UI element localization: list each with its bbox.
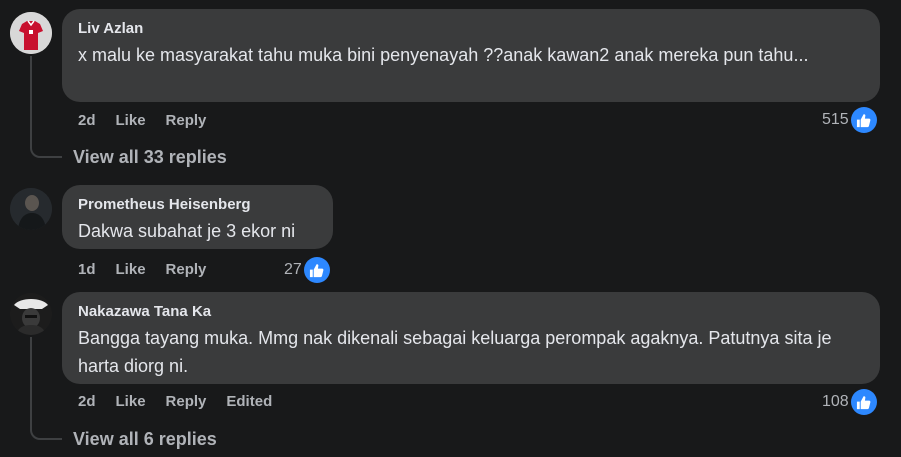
comment-bubble: Prometheus Heisenberg Dakwa subahat je 3…	[62, 185, 333, 249]
jersey-avatar-image	[10, 12, 52, 54]
thumbs-up-icon	[850, 107, 877, 133]
reaction-count-value: 27	[284, 261, 302, 278]
avatar[interactable]	[10, 188, 52, 230]
comment-actions: 1d Like Reply	[78, 258, 226, 280]
comment-timestamp[interactable]: 2d	[78, 112, 96, 129]
reply-link[interactable]: Reply	[166, 112, 207, 129]
like-link[interactable]: Like	[116, 112, 146, 129]
view-replies-link[interactable]: View all 33 replies	[73, 147, 227, 168]
comment-text: x malu ke masyarakat tahu muka bini peny…	[78, 45, 809, 65]
comment-bubble: Liv Azlan x malu ke masyarakat tahu muka…	[62, 9, 880, 102]
reaction-count[interactable]: 27	[284, 257, 330, 283]
avatar[interactable]	[10, 12, 52, 54]
thread-line	[30, 56, 32, 146]
comment-text: Bangga tayang muka. Mmg nak dikenali seb…	[78, 328, 832, 376]
like-link[interactable]: Like	[116, 393, 146, 410]
avatar[interactable]	[10, 293, 52, 335]
bw-avatar-image	[10, 293, 52, 335]
thread-line	[30, 337, 32, 428]
comment-timestamp[interactable]: 1d	[78, 261, 96, 278]
reaction-count-value: 108	[822, 393, 849, 410]
like-link[interactable]: Like	[116, 261, 146, 278]
view-replies-link[interactable]: View all 6 replies	[73, 429, 217, 450]
comment-text: Dakwa subahat je 3 ekor ni	[78, 221, 296, 241]
reply-link[interactable]: Reply	[166, 393, 207, 410]
thread-connector	[30, 146, 62, 158]
comment-timestamp[interactable]: 2d	[78, 393, 96, 410]
comment-actions: 2d Like Reply	[78, 109, 226, 131]
reaction-count-value: 515	[822, 111, 849, 128]
comment-actions: 2d Like Reply Edited	[78, 390, 292, 412]
reaction-count[interactable]: 108	[822, 389, 877, 415]
comment-author[interactable]: Nakazawa Tana Ka	[78, 302, 864, 322]
comment-author[interactable]: Prometheus Heisenberg	[78, 195, 317, 215]
thumbs-up-icon	[850, 389, 877, 415]
comment-bubble: Nakazawa Tana Ka Bangga tayang muka. Mmg…	[62, 292, 880, 384]
thumbs-up-icon	[303, 257, 330, 283]
edited-label[interactable]: Edited	[226, 393, 272, 410]
reaction-count[interactable]: 515	[822, 107, 877, 133]
comment-author[interactable]: Liv Azlan	[78, 19, 864, 39]
reply-link[interactable]: Reply	[166, 261, 207, 278]
person-avatar-image	[10, 188, 52, 230]
thread-connector	[30, 428, 62, 440]
